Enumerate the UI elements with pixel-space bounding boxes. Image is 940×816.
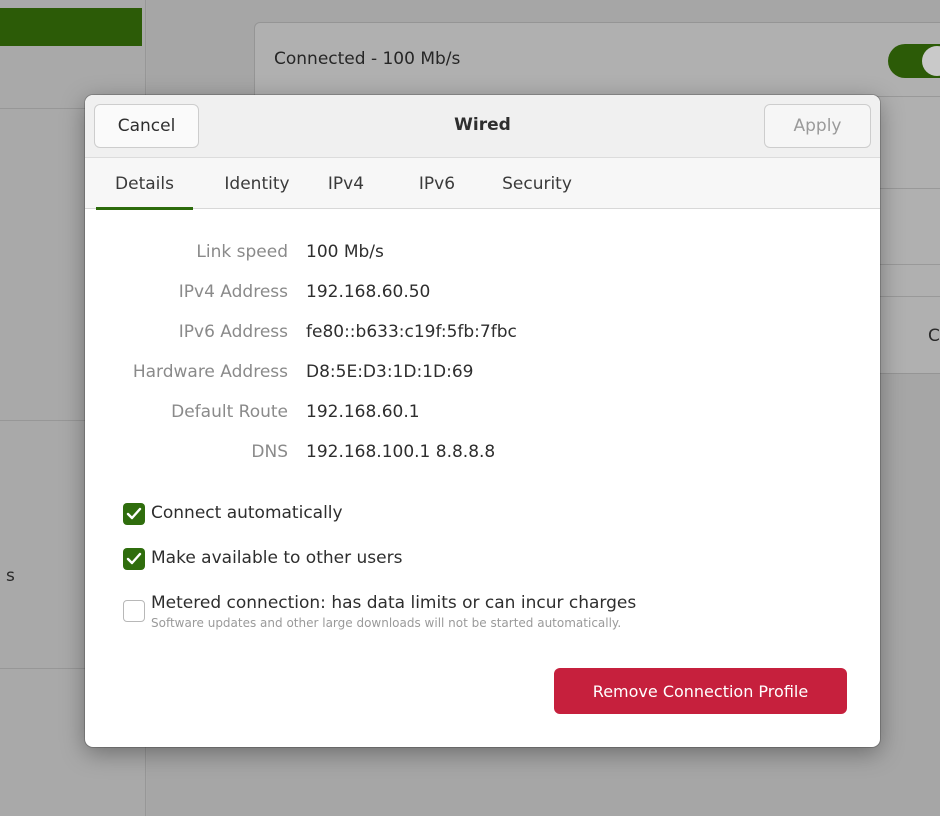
wired-settings-dialog: Cancel Wired Apply Details Identity IPv4… — [85, 95, 880, 747]
background-sidebar-label: s — [6, 566, 15, 586]
checkmark-icon — [126, 507, 142, 520]
checkmark-icon — [126, 552, 142, 565]
detail-value: 192.168.60.50 — [306, 282, 431, 302]
detail-value: 100 Mb/s — [306, 242, 384, 262]
tab-identity[interactable]: Identity — [207, 158, 307, 209]
detail-value: 192.168.60.1 — [306, 402, 420, 422]
make-available-option[interactable]: Make available to other users — [123, 548, 843, 572]
detail-label: IPv6 Address — [178, 322, 288, 342]
metered-connection-label: Metered connection: has data limits or c… — [151, 593, 637, 613]
background-connection-status: Connected - 100 Mb/s — [274, 49, 461, 69]
dialog-title: Wired — [454, 115, 511, 135]
detail-value: 192.168.100.1 8.8.8.8 — [306, 442, 496, 462]
connect-automatically-option[interactable]: Connect automatically — [123, 503, 843, 527]
connect-automatically-checkbox[interactable] — [123, 503, 145, 525]
background-sidebar-active-item — [0, 8, 142, 46]
detail-label: Hardware Address — [132, 362, 288, 382]
background-edge-text: C — [928, 326, 940, 346]
metered-connection-description: Software updates and other large downloa… — [151, 616, 622, 630]
detail-value: fe80::b633:c19f:5fb:7fbc — [306, 322, 517, 342]
detail-row-hardware-address: Hardware Address D8:5E:D3:1D:1D:69 — [85, 362, 880, 388]
metered-connection-option[interactable]: Metered connection: has data limits or c… — [123, 593, 843, 635]
apply-button[interactable]: Apply — [764, 104, 871, 148]
make-available-checkbox[interactable] — [123, 548, 145, 570]
detail-row-dns: DNS 192.168.100.1 8.8.8.8 — [85, 442, 880, 468]
detail-label: DNS — [251, 442, 288, 462]
detail-label: Default Route — [171, 402, 288, 422]
tab-details[interactable]: Details — [96, 158, 193, 210]
detail-row-ipv6-address: IPv6 Address fe80::b633:c19f:5fb:7fbc — [85, 322, 880, 348]
make-available-label: Make available to other users — [151, 548, 403, 568]
tab-ipv4[interactable]: IPv4 — [315, 158, 377, 209]
detail-label: Link speed — [196, 242, 288, 262]
detail-row-link-speed: Link speed 100 Mb/s — [85, 242, 880, 268]
detail-label: IPv4 Address — [178, 282, 288, 302]
detail-row-ipv4-address: IPv4 Address 192.168.60.50 — [85, 282, 880, 308]
remove-connection-profile-button[interactable]: Remove Connection Profile — [554, 668, 847, 714]
tab-bar: Details Identity IPv4 IPv6 Security — [85, 158, 880, 210]
connect-automatically-label: Connect automatically — [151, 503, 343, 523]
detail-value: D8:5E:D3:1D:1D:69 — [306, 362, 474, 382]
tab-ipv6[interactable]: IPv6 — [405, 158, 469, 209]
tab-security[interactable]: Security — [492, 158, 582, 209]
metered-connection-checkbox[interactable] — [123, 600, 145, 622]
dialog-header-bar: Cancel Wired Apply — [85, 95, 880, 158]
detail-row-default-route: Default Route 192.168.60.1 — [85, 402, 880, 428]
